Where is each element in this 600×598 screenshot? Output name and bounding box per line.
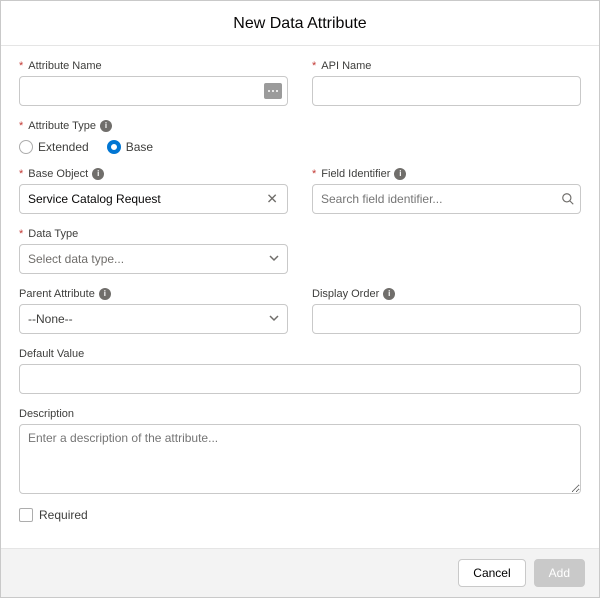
display-order-input[interactable] bbox=[312, 304, 581, 334]
info-icon[interactable]: i bbox=[383, 288, 395, 300]
data-type-select[interactable]: Select data type... bbox=[19, 244, 288, 274]
info-icon[interactable]: i bbox=[100, 120, 112, 132]
data-type-label: * Data Type bbox=[19, 228, 288, 240]
field-identifier-label: * Field Identifier i bbox=[312, 168, 581, 180]
attribute-name-label: * Attribute Name bbox=[19, 60, 288, 72]
attribute-type-label: * Attribute Type i bbox=[19, 120, 581, 132]
info-icon[interactable]: i bbox=[394, 168, 406, 180]
required-label: Required bbox=[39, 508, 88, 522]
default-value-label: Default Value bbox=[19, 348, 581, 360]
parent-attribute-select[interactable]: --None-- bbox=[19, 304, 288, 334]
required-asterisk: * bbox=[19, 60, 23, 72]
required-asterisk: * bbox=[19, 120, 23, 132]
required-asterisk: * bbox=[312, 168, 316, 180]
info-icon[interactable]: i bbox=[99, 288, 111, 300]
default-value-input[interactable] bbox=[19, 364, 581, 394]
display-order-label: Display Order i bbox=[312, 288, 581, 300]
radio-extended[interactable]: Extended bbox=[19, 140, 89, 154]
api-name-input[interactable] bbox=[312, 76, 581, 106]
field-identifier-input[interactable] bbox=[312, 184, 581, 214]
chevron-down-icon bbox=[269, 312, 279, 326]
required-asterisk: * bbox=[19, 228, 23, 240]
search-icon[interactable] bbox=[561, 192, 575, 206]
required-asterisk: * bbox=[19, 168, 23, 180]
modal-body: * Attribute Name * API Name bbox=[1, 46, 599, 548]
add-button[interactable]: Add bbox=[534, 559, 585, 587]
new-data-attribute-modal: New Data Attribute * Attribute Name * bbox=[0, 0, 600, 598]
description-label: Description bbox=[19, 408, 581, 420]
attribute-type-radio-group: Extended Base bbox=[19, 140, 581, 154]
chevron-down-icon bbox=[269, 252, 279, 266]
attribute-name-input[interactable] bbox=[19, 76, 288, 106]
radio-base[interactable]: Base bbox=[107, 140, 153, 154]
base-object-input[interactable] bbox=[19, 184, 288, 214]
required-asterisk: * bbox=[312, 60, 316, 72]
checkbox-icon bbox=[19, 508, 33, 522]
radio-icon bbox=[107, 140, 121, 154]
modal-footer: Cancel Add bbox=[1, 548, 599, 597]
radio-icon bbox=[19, 140, 33, 154]
clear-icon[interactable]: ✕ bbox=[262, 191, 282, 208]
required-checkbox-row[interactable]: Required bbox=[19, 508, 581, 522]
description-textarea[interactable] bbox=[19, 424, 581, 494]
cancel-button[interactable]: Cancel bbox=[458, 559, 525, 587]
attribute-name-more-icon[interactable] bbox=[264, 83, 282, 99]
modal-header: New Data Attribute bbox=[1, 1, 599, 46]
modal-title: New Data Attribute bbox=[1, 15, 599, 33]
info-icon[interactable]: i bbox=[92, 168, 104, 180]
parent-attribute-label: Parent Attribute i bbox=[19, 288, 288, 300]
base-object-label: * Base Object i bbox=[19, 168, 288, 180]
api-name-label: * API Name bbox=[312, 60, 581, 72]
